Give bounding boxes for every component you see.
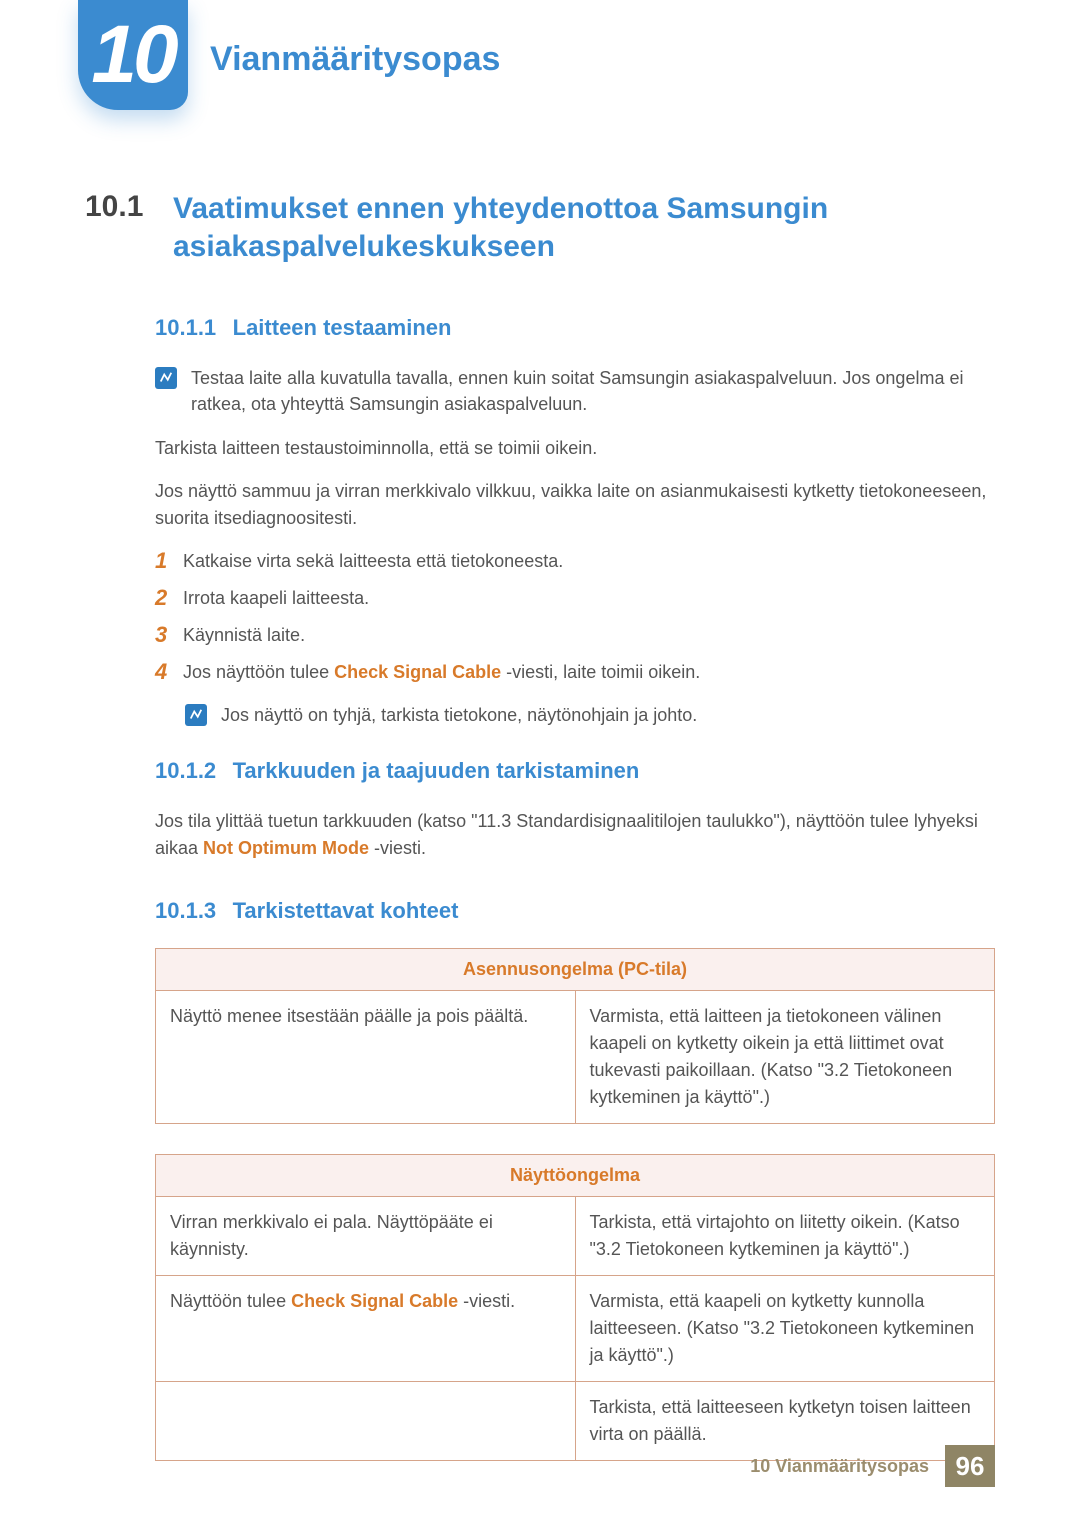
step-number: 2 [155, 585, 183, 612]
table-cell-left: Näyttöön tulee Check Signal Cable -viest… [156, 1276, 576, 1382]
chapter-number-box: 10 [78, 0, 188, 110]
section-heading: 10.1 Vaatimukset ennen yhteydenottoa Sam… [85, 190, 995, 265]
note-icon [155, 367, 177, 389]
text-run: Näyttöön tulee [170, 1291, 291, 1311]
subsection-number: 10.1.1 [155, 315, 216, 340]
subsection-heading: 10.1.2 Tarkkuuden ja taajuuden tarkistam… [155, 758, 995, 784]
text-run: -viesti. [458, 1291, 515, 1311]
table-cell-left: Näyttö menee itsestään päälle ja pois pä… [156, 991, 576, 1124]
subsection-number: 10.1.2 [155, 758, 216, 783]
step-item: 4 Jos näyttöön tulee Check Signal Cable … [155, 659, 995, 686]
table-cell-right: Tarkista, että virtajohto on liitetty oi… [575, 1197, 995, 1276]
table-header: Näyttöongelma [156, 1155, 995, 1197]
table-row: Virran merkkivalo ei pala. Näyttöpääte e… [156, 1197, 995, 1276]
table-cell-left [156, 1382, 576, 1461]
footer-text: 10 Vianmääritysopas [750, 1456, 929, 1477]
step-item: 3 Käynnistä laite. [155, 622, 995, 649]
table-header: Asennusongelma (PC-tila) [156, 949, 995, 991]
subsection-title: Tarkistettavat kohteet [233, 898, 459, 923]
page-number: 96 [945, 1445, 995, 1487]
body-paragraph: Jos näyttö sammuu ja virran merkkivalo v… [155, 478, 995, 532]
step-text: Jos näyttöön tulee Check Signal Cable -v… [183, 659, 700, 686]
subsection-title: Laitteen testaaminen [233, 315, 452, 340]
note-text: Jos näyttö on tyhjä, tarkista tietokone,… [221, 702, 697, 728]
step-number: 1 [155, 548, 183, 575]
text-run: -viesti, laite toimii oikein. [501, 662, 700, 682]
note-icon [185, 704, 207, 726]
step-item: 2 Irrota kaapeli laitteesta. [155, 585, 995, 612]
note-block: Jos näyttö on tyhjä, tarkista tietokone,… [185, 702, 995, 728]
step-text: Katkaise virta sekä laitteesta että tiet… [183, 548, 563, 575]
step-item: 1 Katkaise virta sekä laitteesta että ti… [155, 548, 995, 575]
text-run: Jos näyttöön tulee [183, 662, 334, 682]
section-title: Vaatimukset ennen yhteydenottoa Samsungi… [173, 190, 995, 265]
issue-table-display: Näyttöongelma Virran merkkivalo ei pala.… [155, 1154, 995, 1461]
table-cell-right: Varmista, että laitteen ja tietokoneen v… [575, 991, 995, 1124]
body-paragraph: Jos tila ylittää tuetun tarkkuuden (kats… [155, 808, 995, 862]
issue-table-install: Asennusongelma (PC-tila) Näyttö menee it… [155, 948, 995, 1124]
chapter-title: Vianmääritysopas [210, 40, 500, 79]
highlight-text: Check Signal Cable [291, 1291, 458, 1311]
table-cell-right: Varmista, että kaapeli on kytketty kunno… [575, 1276, 995, 1382]
step-text: Käynnistä laite. [183, 622, 305, 649]
highlight-text: Check Signal Cable [334, 662, 501, 682]
section-number: 10.1 [85, 190, 155, 265]
body-paragraph: Tarkista laitteen testaustoiminnolla, et… [155, 435, 995, 462]
table-row: Näyttö menee itsestään päälle ja pois pä… [156, 991, 995, 1124]
table-row: Näyttöön tulee Check Signal Cable -viest… [156, 1276, 995, 1382]
step-number: 3 [155, 622, 183, 649]
table-cell-left: Virran merkkivalo ei pala. Näyttöpääte e… [156, 1197, 576, 1276]
content-area: 10.1 Vaatimukset ennen yhteydenottoa Sam… [0, 130, 1080, 1461]
note-block: Testaa laite alla kuvatulla tavalla, enn… [155, 365, 995, 417]
step-list: 1 Katkaise virta sekä laitteesta että ti… [155, 548, 995, 686]
subsection-heading: 10.1.1 Laitteen testaaminen [155, 315, 995, 341]
step-text: Irrota kaapeli laitteesta. [183, 585, 369, 612]
chapter-number: 10 [91, 8, 174, 102]
page-footer: 10 Vianmääritysopas 96 [750, 1445, 995, 1487]
subsection-number: 10.1.3 [155, 898, 216, 923]
page-header: 10 Vianmääritysopas [0, 0, 1080, 130]
highlight-text: Not Optimum Mode [203, 838, 369, 858]
note-text: Testaa laite alla kuvatulla tavalla, enn… [191, 365, 995, 417]
subsection-title: Tarkkuuden ja taajuuden tarkistaminen [233, 758, 640, 783]
text-run: -viesti. [369, 838, 426, 858]
step-number: 4 [155, 659, 183, 686]
subsection-heading: 10.1.3 Tarkistettavat kohteet [155, 898, 995, 924]
